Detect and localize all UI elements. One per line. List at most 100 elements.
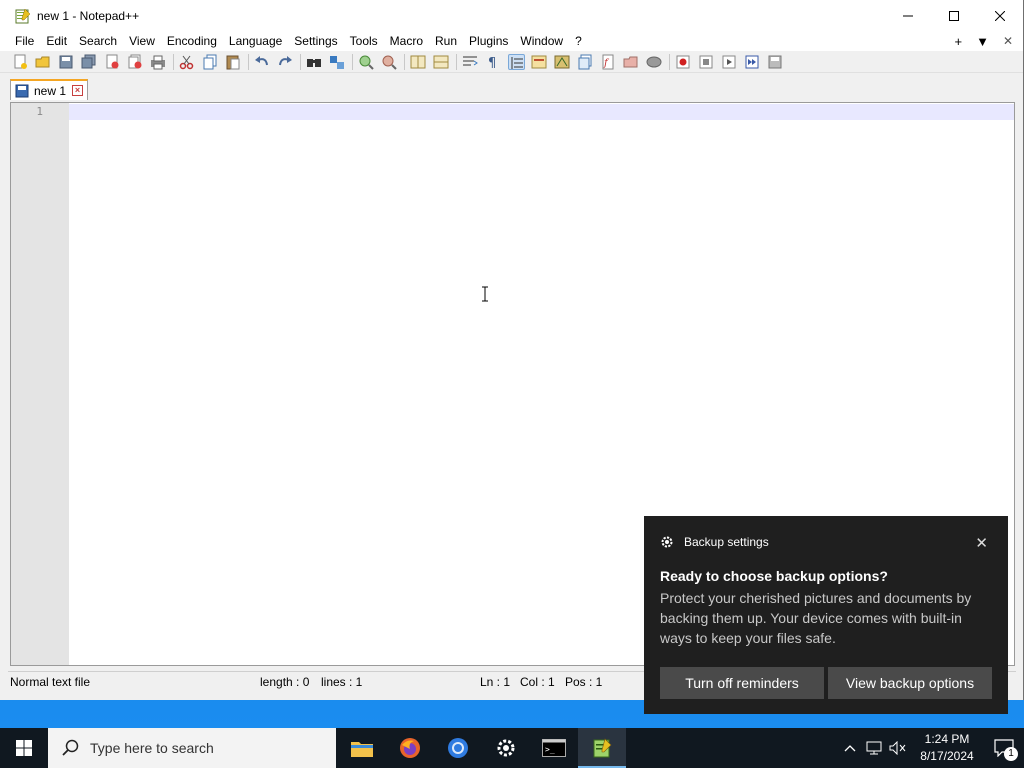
word-wrap-icon[interactable]	[462, 54, 479, 70]
close-window-button[interactable]	[977, 0, 1023, 31]
indent-guide-icon[interactable]	[508, 53, 525, 70]
settings-icon[interactable]	[482, 728, 530, 768]
start-button[interactable]	[0, 728, 48, 768]
toast-title: Ready to choose backup options?	[660, 568, 888, 584]
close-doc-icon[interactable]: ✕	[1003, 34, 1013, 48]
menu-file[interactable]: File	[9, 31, 40, 51]
copy-icon[interactable]	[202, 54, 219, 70]
ibeam-cursor-icon	[481, 286, 489, 302]
tab-bar: new 1 ×	[0, 73, 1023, 101]
folder-workspace-icon[interactable]	[623, 54, 640, 70]
doc-list-icon[interactable]	[577, 54, 594, 70]
menu-window[interactable]: Window	[514, 31, 569, 51]
toolbar-separator	[669, 53, 670, 70]
notification-count-badge: 1	[1004, 747, 1018, 761]
toolbar-separator	[173, 53, 174, 70]
tab-new-1[interactable]: new 1 ×	[10, 79, 88, 100]
window-controls	[885, 0, 1023, 31]
new-tab-plus-icon[interactable]: +	[954, 34, 962, 49]
volume-muted-icon[interactable]	[886, 728, 910, 768]
stop-macro-icon[interactable]	[698, 54, 715, 70]
svg-text:¶: ¶	[488, 56, 496, 70]
menu-macro[interactable]: Macro	[384, 31, 429, 51]
zoom-in-icon[interactable]	[358, 54, 375, 70]
undo-icon[interactable]	[254, 54, 271, 70]
taskbar-clock[interactable]: 1:24 PM 8/17/2024	[910, 731, 984, 765]
paste-icon[interactable]	[225, 54, 242, 70]
find-icon[interactable]	[306, 54, 323, 70]
menu-edit[interactable]: Edit	[40, 31, 73, 51]
print-icon[interactable]	[150, 54, 167, 70]
open-file-icon[interactable]	[35, 54, 52, 70]
view-backup-options-button[interactable]: View backup options	[828, 667, 992, 699]
show-all-chars-icon[interactable]: ¶	[485, 54, 502, 71]
udl-icon[interactable]	[531, 54, 548, 70]
tab-list-dropdown-icon[interactable]: ▼	[976, 34, 989, 49]
menu-encoding[interactable]: Encoding	[161, 31, 223, 51]
toast-header: Backup settings	[660, 535, 769, 549]
save-macro-icon[interactable]	[767, 54, 784, 70]
tab-label: new 1	[34, 83, 67, 98]
minimize-icon	[903, 15, 913, 16]
current-line-highlight	[69, 104, 1014, 120]
file-explorer-icon[interactable]	[338, 728, 386, 768]
save-all-icon[interactable]	[81, 54, 98, 70]
redo-icon[interactable]	[277, 54, 294, 70]
toast-close-icon[interactable]: ✕	[975, 534, 988, 552]
action-center-button[interactable]: 1	[984, 728, 1024, 768]
windows-logo-icon	[16, 740, 32, 756]
menu-language[interactable]: Language	[223, 31, 288, 51]
new-file-icon[interactable]	[12, 54, 29, 70]
notepadpp-icon[interactable]	[578, 728, 626, 768]
sync-vertical-icon[interactable]	[410, 54, 427, 70]
menu-bar: File Edit Search View Encoding Language …	[0, 31, 1023, 51]
status-lines: lines : 1	[321, 675, 363, 689]
replace-icon[interactable]	[329, 54, 346, 70]
minimize-button[interactable]	[885, 0, 931, 31]
terminal-icon[interactable]: >_	[530, 728, 578, 768]
saved-file-icon	[15, 84, 29, 97]
network-icon[interactable]	[862, 728, 886, 768]
doc-map-icon[interactable]	[554, 54, 571, 70]
monitoring-icon[interactable]	[646, 54, 663, 70]
menu-tools[interactable]: Tools	[344, 31, 384, 51]
toolbar: ¶ f	[0, 51, 1023, 73]
toolbar-separator	[352, 53, 353, 70]
function-list-icon[interactable]: f	[600, 54, 617, 70]
taskbar: Type here to search >_ 1:24 PM 8/17/2024	[0, 728, 1024, 768]
chevron-up-icon[interactable]	[838, 728, 862, 768]
turn-off-reminders-button[interactable]: Turn off reminders	[660, 667, 824, 699]
menu-run[interactable]: Run	[429, 31, 463, 51]
clock-date: 8/17/2024	[920, 749, 974, 763]
line-number-gutter: 1	[11, 103, 69, 665]
taskbar-search-box[interactable]: Type here to search	[48, 728, 336, 768]
menu-view[interactable]: View	[123, 31, 161, 51]
sync-horizontal-icon[interactable]	[433, 54, 450, 70]
run-macro-multiple-icon[interactable]	[744, 54, 761, 70]
chrome-icon[interactable]	[434, 728, 482, 768]
clock-time: 1:24 PM	[924, 732, 970, 746]
toolbar-separator	[456, 53, 457, 70]
play-macro-icon[interactable]	[721, 54, 738, 70]
zoom-out-icon[interactable]	[381, 54, 398, 70]
menu-search[interactable]: Search	[73, 31, 123, 51]
maximize-button[interactable]	[931, 0, 977, 31]
system-tray: 1:24 PM 8/17/2024 1	[838, 728, 1024, 768]
save-icon[interactable]	[58, 54, 75, 70]
close-all-icon[interactable]	[127, 54, 144, 70]
line-number: 1	[36, 105, 43, 118]
close-icon[interactable]	[104, 54, 121, 70]
tab-close-icon[interactable]: ×	[72, 85, 84, 96]
menu-settings[interactable]: Settings	[288, 31, 343, 51]
status-file-type: Normal text file	[10, 675, 91, 689]
firefox-icon[interactable]	[386, 728, 434, 768]
search-icon	[62, 739, 80, 757]
cut-icon[interactable]	[179, 54, 196, 70]
menu-help[interactable]: ?	[569, 31, 588, 51]
menu-plugins[interactable]: Plugins	[463, 31, 514, 51]
notepadpp-app-icon	[15, 8, 31, 24]
title-bar: new 1 - Notepad++	[0, 0, 1023, 31]
svg-text:>_: >_	[545, 745, 555, 754]
record-macro-icon[interactable]	[675, 54, 692, 70]
close-icon	[995, 10, 1005, 21]
